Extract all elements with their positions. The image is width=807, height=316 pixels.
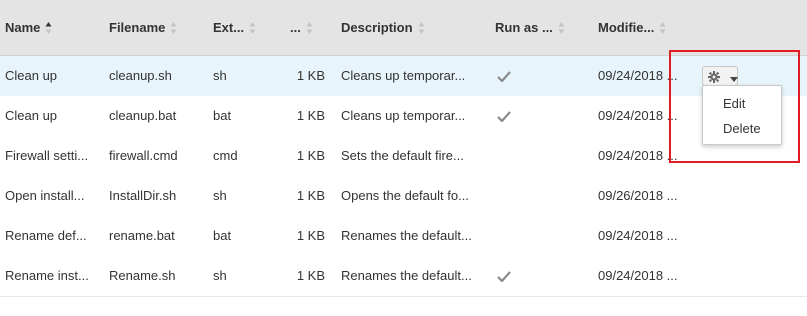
cell-description: Renames the default... — [341, 268, 472, 283]
column-header-modified[interactable]: Modifie... — [598, 0, 666, 55]
cell-size: 1 KB — [296, 68, 325, 83]
cell-size: 1 KB — [296, 148, 325, 163]
sort-icon[interactable] — [306, 21, 313, 35]
column-header-label: Ext... — [213, 20, 245, 35]
column-header-filename[interactable]: Filename — [109, 0, 177, 55]
cell-filename: cleanup.bat — [109, 108, 177, 123]
column-header-label: Filename — [109, 20, 166, 35]
cell-size: 1 KB — [296, 268, 325, 283]
column-header-label: Description — [341, 20, 413, 35]
cell-filename: cleanup.sh — [109, 68, 172, 83]
column-header-label: ... — [290, 20, 301, 35]
cell-size: 1 KB — [296, 228, 325, 243]
cell-filename: rename.bat — [109, 228, 175, 243]
sort-icon[interactable] — [170, 21, 177, 35]
cell-extension: bat — [213, 108, 232, 123]
table-header: Name Filename Ext... ... Description Run… — [0, 0, 807, 56]
column-header-label: Name — [5, 20, 41, 35]
checkmark-icon — [497, 110, 511, 125]
cell-filename: Rename.sh — [109, 268, 176, 283]
cell-extension: sh — [213, 188, 227, 203]
table-row[interactable]: Open install... InstallDir.sh sh 1 KB Op… — [0, 176, 807, 217]
column-header-size[interactable]: ... — [290, 0, 313, 55]
cell-name: Rename def... — [5, 228, 87, 243]
cell-extension: sh — [213, 268, 227, 283]
cell-description: Cleans up temporar... — [341, 68, 466, 83]
column-header-extension[interactable]: Ext... — [213, 0, 256, 55]
column-header-label: Modifie... — [598, 20, 655, 35]
annotation-highlight-box — [669, 50, 800, 163]
cell-description: Sets the default fire... — [341, 148, 464, 163]
cell-extension: cmd — [213, 148, 238, 163]
table-row[interactable]: Rename def... rename.bat bat 1 KB Rename… — [0, 216, 807, 257]
cell-size: 1 KB — [296, 188, 325, 203]
table-row[interactable]: Rename inst... Rename.sh sh 1 KB Renames… — [0, 256, 807, 297]
cell-name: Firewall setti... — [5, 148, 89, 163]
column-header-description[interactable]: Description — [341, 0, 425, 55]
cell-extension: bat — [213, 228, 232, 243]
checkmark-icon — [497, 270, 511, 285]
cell-name: Clean up — [5, 68, 58, 83]
cell-filename: InstallDir.sh — [109, 188, 177, 203]
cell-modified: 09/26/2018 ... — [598, 188, 678, 203]
cell-modified: 09/24/2018 ... — [598, 228, 678, 243]
cell-extension: sh — [213, 68, 227, 83]
cell-filename: firewall.cmd — [109, 148, 178, 163]
sort-icon[interactable] — [418, 21, 425, 35]
checkmark-icon — [497, 70, 511, 85]
cell-description: Opens the default fo... — [341, 188, 469, 203]
cell-size: 1 KB — [296, 108, 325, 123]
cell-name: Clean up — [5, 108, 58, 123]
sort-icon[interactable] — [558, 21, 565, 35]
column-header-name[interactable]: Name — [5, 0, 52, 55]
cell-description: Cleans up temporar... — [341, 108, 466, 123]
cell-name: Open install... — [5, 188, 85, 203]
cell-description: Renames the default... — [341, 228, 472, 243]
column-header-label: Run as ... — [495, 20, 553, 35]
cell-name: Rename inst... — [5, 268, 89, 283]
sort-ascending-icon[interactable] — [45, 21, 52, 35]
cell-modified: 09/24/2018 ... — [598, 268, 678, 283]
column-header-run-as[interactable]: Run as ... — [495, 0, 565, 55]
sort-icon[interactable] — [249, 21, 256, 35]
sort-icon[interactable] — [659, 21, 666, 35]
